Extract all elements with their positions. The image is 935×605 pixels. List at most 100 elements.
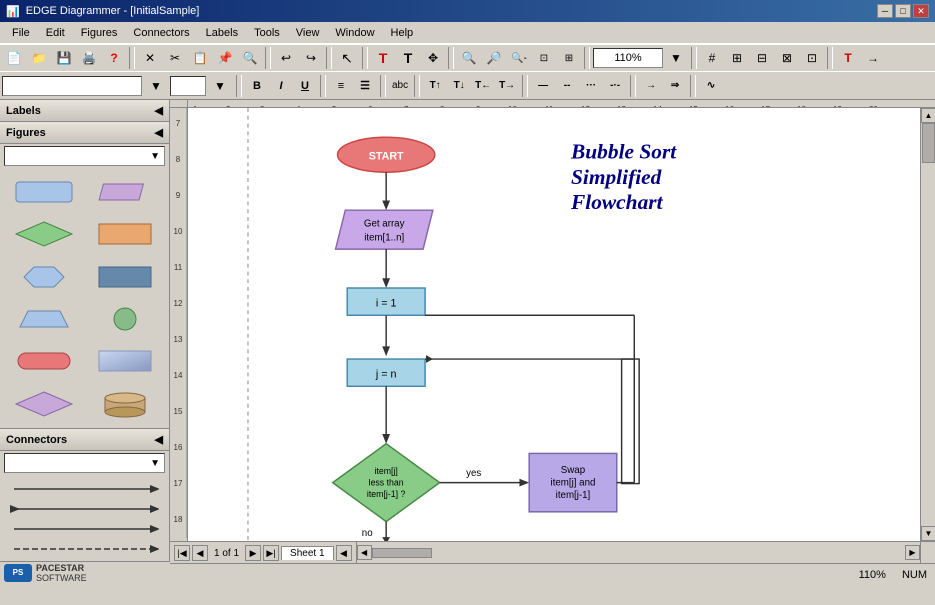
- scroll-thumb-v[interactable]: [922, 123, 935, 163]
- redo-button[interactable]: ↪: [299, 47, 323, 69]
- arrow-style1[interactable]: →: [640, 76, 662, 96]
- find-button[interactable]: 🔍: [238, 47, 262, 69]
- paste-button[interactable]: 📌: [213, 47, 237, 69]
- menu-file[interactable]: File: [4, 25, 38, 41]
- text-pos4[interactable]: T→: [496, 76, 518, 96]
- scroll-thumb-h[interactable]: [372, 548, 432, 558]
- save-button[interactable]: 💾: [52, 47, 76, 69]
- sheet-tab[interactable]: Sheet 1: [281, 546, 333, 560]
- shape-rect-dark-blue[interactable]: [88, 259, 164, 295]
- connector-3[interactable]: [6, 519, 163, 539]
- cut-button[interactable]: ✂: [163, 47, 187, 69]
- menu-labels[interactable]: Labels: [198, 25, 246, 41]
- align2-button[interactable]: ⊟: [750, 47, 774, 69]
- nav-last-button[interactable]: ▶|: [263, 545, 279, 561]
- zoom-in-button[interactable]: 🔍: [457, 47, 481, 69]
- connectors-dropdown[interactable]: ▼: [4, 453, 165, 473]
- shape-circle-green[interactable]: [88, 301, 164, 337]
- minimize-button[interactable]: ─: [877, 4, 893, 18]
- nav-prev-button[interactable]: ◀: [192, 545, 208, 561]
- select-button[interactable]: ↖: [335, 47, 359, 69]
- menu-view[interactable]: View: [288, 25, 328, 41]
- menu-edit[interactable]: Edit: [38, 25, 73, 41]
- arrow-style2[interactable]: ⇒: [664, 76, 686, 96]
- text-button2[interactable]: T: [396, 47, 420, 69]
- scroll-left-button[interactable]: ◀: [357, 545, 372, 560]
- help-button[interactable]: ?: [102, 47, 126, 69]
- line-style1[interactable]: —: [532, 76, 554, 96]
- close-button[interactable]: ✕: [913, 4, 929, 18]
- shape-pill-red[interactable]: [6, 343, 82, 379]
- arrow-button[interactable]: →: [861, 47, 885, 69]
- figures-header[interactable]: Figures ◀: [0, 122, 169, 144]
- align4-button[interactable]: ⊡: [800, 47, 824, 69]
- menu-figures[interactable]: Figures: [73, 25, 126, 41]
- font-name-dropdown[interactable]: ▼: [144, 75, 168, 97]
- font-size-box[interactable]: [170, 76, 206, 96]
- shape-trapezoid-blue[interactable]: [6, 301, 82, 337]
- scroll-up-button[interactable]: ▲: [921, 108, 935, 123]
- scroll-track-v[interactable]: [921, 123, 935, 526]
- open-button[interactable]: 📁: [27, 47, 51, 69]
- zoom-dropdown[interactable]: ▼: [664, 47, 688, 69]
- shape-rounded-rect-blue[interactable]: [6, 174, 82, 210]
- text-pos2[interactable]: T↓: [448, 76, 470, 96]
- shape-diamond-purple[interactable]: [6, 386, 82, 422]
- text-pos1[interactable]: T↑: [424, 76, 446, 96]
- new-button[interactable]: 📄: [2, 47, 26, 69]
- shape-diamond-green[interactable]: [6, 216, 82, 252]
- menu-window[interactable]: Window: [327, 25, 382, 41]
- text-pos3[interactable]: T←: [472, 76, 494, 96]
- align1-button[interactable]: ⊞: [725, 47, 749, 69]
- grid-button[interactable]: #: [700, 47, 724, 69]
- figures-dropdown[interactable]: ▼: [4, 146, 165, 166]
- font-name-box[interactable]: [2, 76, 142, 96]
- undo-button[interactable]: ↩: [274, 47, 298, 69]
- drawing-canvas[interactable]: Bubble Sort Simplified Flowchart START G…: [188, 108, 920, 541]
- connector-2[interactable]: [6, 499, 163, 519]
- zoom-fit-button[interactable]: ⊡: [532, 47, 556, 69]
- shape-cylinder[interactable]: [88, 386, 164, 422]
- connectors-header[interactable]: Connectors ◀: [0, 429, 169, 451]
- zoom-actual-button[interactable]: ⊞: [557, 47, 581, 69]
- scroll-right-button[interactable]: ▶: [905, 545, 920, 560]
- svg-text:Get array: Get array: [364, 219, 405, 230]
- align3-button[interactable]: ⊠: [775, 47, 799, 69]
- menu-connectors[interactable]: Connectors: [125, 25, 197, 41]
- zoom-value[interactable]: 110%: [593, 48, 663, 68]
- scroll-down-button[interactable]: ▼: [921, 526, 935, 541]
- shape-hexagon-blue[interactable]: [6, 259, 82, 295]
- connector-1[interactable]: [6, 479, 163, 499]
- vertical-scrollbar[interactable]: ▲ ▼: [920, 108, 935, 541]
- print-button[interactable]: 🖨️: [77, 47, 101, 69]
- maximize-button[interactable]: □: [895, 4, 911, 18]
- menu-help[interactable]: Help: [383, 25, 422, 41]
- bold-button[interactable]: B: [246, 76, 268, 96]
- line-style3[interactable]: ···: [580, 76, 602, 96]
- zoom-out1-button[interactable]: 🔎: [482, 47, 506, 69]
- shape-parallelogram-purple[interactable]: [88, 174, 164, 210]
- scroll-track-h[interactable]: [372, 547, 905, 559]
- shape-gradient-blue[interactable]: [88, 343, 164, 379]
- delete-button[interactable]: ✕: [138, 47, 162, 69]
- text-style-button[interactable]: T: [836, 47, 860, 69]
- align-left-button[interactable]: ≡: [330, 76, 352, 96]
- zoom-out2-button[interactable]: 🔍-: [507, 47, 531, 69]
- line-style4[interactable]: -·-: [604, 76, 626, 96]
- line-style2[interactable]: --: [556, 76, 578, 96]
- horizontal-scrollbar[interactable]: ◀ ▶: [356, 542, 920, 563]
- nav-scroll-left[interactable]: ◀: [336, 545, 352, 561]
- nav-first-button[interactable]: |◀: [174, 545, 190, 561]
- underline-button[interactable]: U: [294, 76, 316, 96]
- italic-button[interactable]: I: [270, 76, 292, 96]
- menu-tools[interactable]: Tools: [246, 25, 288, 41]
- move-button[interactable]: ✥: [421, 47, 445, 69]
- align-center-button[interactable]: ☰: [354, 76, 376, 96]
- nav-next-button[interactable]: ▶: [245, 545, 261, 561]
- copy-button[interactable]: 📋: [188, 47, 212, 69]
- text-button1[interactable]: T: [371, 47, 395, 69]
- connector-4[interactable]: [6, 539, 163, 559]
- shape-rect-orange[interactable]: [88, 216, 164, 252]
- curve-style[interactable]: ∿: [700, 76, 722, 96]
- font-size-dropdown[interactable]: ▼: [208, 75, 232, 97]
